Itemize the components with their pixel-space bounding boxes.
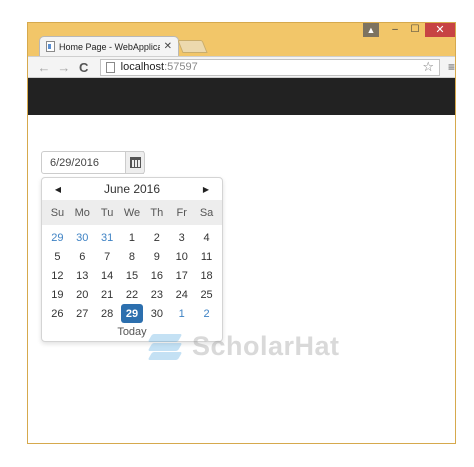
browser-toolbar: ← → C localhost:57597 ☆ ≡ [28, 56, 455, 78]
day-cell[interactable]: 26 [45, 304, 70, 323]
day-cell[interactable]: 24 [169, 285, 194, 304]
datepicker-header: ◀ June 2016 ▶ [42, 178, 222, 200]
day-cell[interactable]: 6 [70, 247, 95, 266]
forward-arrow-icon[interactable]: → [54, 60, 74, 75]
day-cell[interactable]: 11 [194, 247, 219, 266]
day-cell[interactable]: 8 [120, 247, 145, 266]
day-cell[interactable]: 7 [95, 247, 120, 266]
day-cell[interactable]: 3 [169, 228, 194, 247]
day-cell[interactable]: 18 [194, 266, 219, 285]
minimize-button[interactable]: – [385, 23, 405, 37]
day-cell[interactable]: 5 [45, 247, 70, 266]
day-cell[interactable]: 21 [95, 285, 120, 304]
weekday-label: Th [150, 206, 164, 219]
day-cell[interactable]: 25 [194, 285, 219, 304]
url-host: localhost [120, 61, 165, 73]
browser-menu-icon[interactable]: ≡ [448, 60, 455, 74]
weekday-label: Sa [199, 206, 214, 219]
day-cell[interactable]: 31 [95, 228, 120, 247]
calendar-toggle-button[interactable] [125, 151, 145, 174]
day-cell[interactable]: 20 [70, 285, 95, 304]
weekday-label: Tu [100, 206, 114, 219]
page-icon [105, 61, 115, 73]
day-cell[interactable]: 12 [45, 266, 70, 285]
day-cell[interactable]: 1 [120, 228, 145, 247]
today-button[interactable]: Today [42, 323, 222, 338]
bookmark-star-icon[interactable]: ☆ [422, 59, 434, 75]
day-cell[interactable]: 28 [95, 304, 120, 323]
back-arrow-icon[interactable]: ← [34, 60, 54, 75]
close-window-button[interactable]: ✕ [425, 23, 455, 37]
day-grid: 29 30 31 1 2 3 4 5 6 7 8 9 10 11 12 13 14 15 16 17 18 19 20 21 2… [42, 225, 222, 323]
day-cell[interactable]: 1 [169, 304, 194, 323]
day-cell[interactable]: 13 [70, 266, 95, 285]
browser-tab[interactable]: Home Page - WebApplica ✕ [39, 36, 179, 56]
day-cell[interactable]: 19 [45, 285, 70, 304]
weekday-header-row: Su Mo Tu We Th Fr Sa [42, 200, 222, 225]
page-favicon-icon [46, 41, 55, 52]
day-cell[interactable]: 4 [194, 228, 219, 247]
day-cell[interactable]: 22 [120, 285, 145, 304]
prev-month-arrow-icon[interactable]: ◀ [52, 185, 64, 194]
day-cell[interactable]: 17 [169, 266, 194, 285]
maximize-button[interactable]: ☐ [405, 23, 425, 37]
day-cell[interactable]: 9 [144, 247, 169, 266]
day-cell[interactable]: 10 [169, 247, 194, 266]
site-navbar [28, 78, 455, 115]
day-cell[interactable]: 23 [144, 285, 169, 304]
datepicker-popup: ◀ June 2016 ▶ Su Mo Tu We Th Fr Sa 29 30 31 1 2 3 4 5… [41, 177, 223, 342]
address-bar[interactable]: localhost:57597 ☆ [99, 58, 440, 76]
day-cell[interactable]: 14 [95, 266, 120, 285]
weekday-label: We [123, 206, 141, 219]
day-cell[interactable]: 30 [144, 304, 169, 323]
day-cell[interactable]: 2 [144, 228, 169, 247]
day-cell[interactable]: 16 [144, 266, 169, 285]
weekday-label: Mo [74, 206, 90, 219]
day-cell[interactable]: 2 [194, 304, 219, 323]
weekday-label: Fr [176, 206, 187, 219]
page-viewport: 6/29/2016 ◀ June 2016 ▶ Su Mo Tu We Th Fr Sa 2… [28, 78, 455, 443]
day-cell-selected[interactable]: 29 [120, 304, 144, 323]
calendar-icon [129, 157, 141, 168]
tab-title: Home Page - WebApplica [59, 41, 160, 52]
window-controls: ▲ – ☐ ✕ [363, 23, 455, 37]
user-profile-icon[interactable]: ▲ [363, 23, 379, 37]
new-tab-button[interactable] [177, 40, 208, 53]
weekday-label: Su [50, 206, 65, 219]
day-cell[interactable]: 27 [70, 304, 95, 323]
day-cell[interactable]: 30 [70, 228, 95, 247]
url-port: :57597 [164, 61, 198, 73]
tab-close-icon[interactable]: ✕ [164, 41, 172, 52]
day-cell[interactable]: 29 [45, 228, 70, 247]
reload-icon[interactable]: C [74, 60, 94, 75]
next-month-arrow-icon[interactable]: ▶ [200, 185, 212, 194]
month-label[interactable]: June 2016 [64, 182, 200, 196]
day-cell[interactable]: 15 [120, 266, 145, 285]
browser-window: ▲ – ☐ ✕ Home Page - WebApplica ✕ ← → C l… [27, 22, 456, 444]
